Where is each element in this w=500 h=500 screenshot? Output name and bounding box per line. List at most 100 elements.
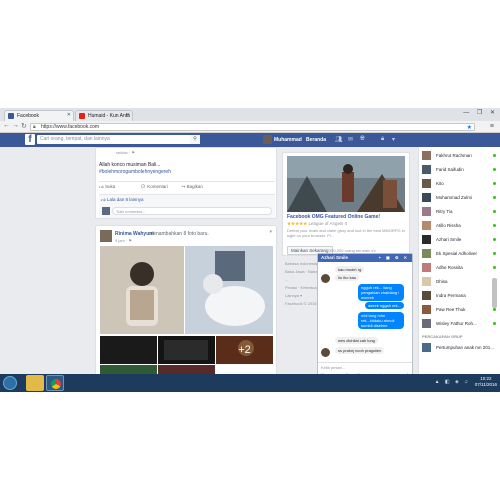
post-photo[interactable] (100, 246, 184, 334)
chat-message: wes dichilat cah lung (335, 337, 378, 344)
chat-message: ss praknj ncoh pragulien (335, 347, 385, 354)
ad-title[interactable]: Facebook OMG Featured Online Game! (287, 214, 380, 220)
online-indicator-icon (493, 308, 496, 311)
post-photo[interactable]: +2 (216, 336, 273, 364)
back-icon[interactable]: ← (3, 122, 10, 129)
contact-item[interactable]: Wisley Fathur Roh... (422, 317, 496, 331)
contact-item[interactable]: Kito (422, 177, 496, 191)
contact-item[interactable]: Azhari Smile (422, 233, 496, 247)
share-button[interactable]: ↪ Bagikan (182, 182, 222, 190)
online-indicator-icon (493, 196, 496, 199)
privacy-icon[interactable]: 🔒︎ (381, 136, 384, 143)
avatar[interactable] (263, 135, 272, 144)
tab-youtube[interactable]: Humaid - Kun Anta ✕ (75, 110, 133, 121)
more-photos-overlay[interactable]: +2 (216, 336, 273, 364)
file-explorer-icon[interactable] (26, 375, 44, 391)
taskbar: ▲ ◧ ◈ ♫ 10:22 07/11/2016 (0, 374, 500, 392)
chrome-icon[interactable] (46, 375, 64, 391)
chevron-down-icon[interactable]: ▾ (392, 136, 395, 143)
online-indicator-icon (493, 266, 496, 269)
scrollbar[interactable] (492, 278, 497, 308)
contact-item[interactable]: Ritry Tia (422, 205, 496, 219)
reload-icon[interactable]: ↻ (21, 122, 27, 130)
contact-item[interactable]: Ek Spesial Adholiver (422, 247, 496, 261)
home-link[interactable]: Beranda (306, 137, 326, 143)
forward-icon[interactable]: → (12, 122, 19, 129)
group-item[interactable]: Pertumpuhan anak mn 201... (422, 341, 496, 355)
notifications-icon[interactable]: 🌐︎ (360, 136, 365, 143)
contact-item[interactable]: Mohammad Zulmi (422, 191, 496, 205)
search-input[interactable]: Cari orang, tempat, dan lainnya (37, 135, 200, 144)
chat-input[interactable]: Ketik pesan... (318, 362, 412, 372)
like-button[interactable]: 👍︎ Suka (99, 182, 139, 190)
game-artwork (287, 156, 405, 212)
post-author[interactable]: Rinima Wahyuni (115, 231, 154, 237)
comment-button[interactable]: 💬︎ Komentari (140, 182, 180, 190)
chat-contact-name[interactable]: Azhari Smile (321, 255, 348, 260)
post-hashtag[interactable]: #bolehmorogambolehnyengereh (99, 169, 171, 175)
comment-input[interactable]: Tulis komentar... (112, 207, 272, 215)
avatar (422, 235, 431, 244)
start-button[interactable] (3, 376, 17, 390)
ad-image[interactable] (287, 156, 405, 212)
post-photo[interactable] (158, 336, 215, 364)
contact-name: Ek Spesial Adholiver (436, 251, 478, 256)
bookmark-star-icon[interactable]: ★ (467, 124, 472, 131)
window-controls[interactable]: — ❐ ✕ (463, 109, 498, 116)
avatar[interactable] (100, 230, 112, 242)
contact-item[interactable]: Dhisa (422, 275, 496, 289)
menu-icon[interactable]: ≡ (490, 123, 494, 130)
online-indicator-icon (493, 224, 496, 227)
contact-item[interactable]: Atillo Rissha (422, 219, 496, 233)
avatar (422, 263, 431, 272)
url-input[interactable]: 🔒︎ https://www.facebook.com (30, 123, 475, 131)
post-photo[interactable] (185, 246, 273, 334)
friend-requests-icon[interactable]: 👥︎ (335, 136, 343, 143)
post-photo[interactable] (100, 336, 157, 364)
contact-name: Adhe Rossita (436, 265, 463, 270)
browser-tab-strip: Facebook ✕ Humaid - Kun Anta ✕ — ❐ ✕ (0, 108, 500, 121)
contact-name: Mohammad Zulmi (436, 195, 473, 200)
likes-summary[interactable]: 👍︎ Lala dan 8 lainnya (99, 194, 275, 204)
contact-name: Atillo Rissha (436, 223, 461, 228)
photo-dark (158, 336, 215, 364)
close-icon[interactable]: ✕ (67, 112, 71, 118)
contact-name: Dhisa (436, 279, 448, 284)
tab-label: Facebook (17, 113, 39, 119)
tab-facebook[interactable]: Facebook ✕ (4, 110, 74, 121)
search-button[interactable]: ⚲ (190, 135, 200, 144)
profile-link[interactable]: Muhammad (274, 137, 302, 143)
avatar (422, 343, 431, 352)
contact-item[interactable]: Indra Permana (422, 289, 496, 303)
youtube-favicon-icon (79, 113, 85, 119)
contact-item[interactable]: Adhe Rossita (422, 261, 496, 275)
facebook-favicon-icon (8, 113, 14, 119)
chat-header[interactable]: Azhari Smile + ▣ ⚙ ✕ (318, 254, 412, 262)
messages-icon[interactable]: ✉ (348, 136, 353, 143)
contact-name: Indra Permana (436, 293, 466, 298)
post-time[interactable]: 9 jam · ⚑ (115, 238, 132, 243)
feed-post: sekitar · ⚑ Allah konco musiman Bali... … (95, 147, 277, 219)
system-tray[interactable]: ▲ ◧ ◈ ♫ (435, 379, 470, 385)
contact-name: Wisley Fathur Roh... (436, 321, 477, 326)
close-icon[interactable]: ✕ (126, 112, 130, 118)
chat-controls[interactable]: + ▣ ⚙ ✕ (379, 255, 409, 260)
contact-name: Ritry Tia (436, 209, 453, 214)
likes-text: Lala dan 8 lainnya (106, 197, 144, 202)
photo-blurred (185, 246, 273, 334)
contact-item[interactable]: Farid Saifudin (422, 163, 496, 177)
contact-name: Kito (436, 181, 444, 186)
chat-message: ngguh rek... ilang pengahian chatdang i … (358, 284, 404, 301)
avatar (422, 277, 431, 286)
avatar (321, 348, 330, 357)
rating-stars: ★★★★★ (287, 221, 308, 226)
clock[interactable]: 10:22 07/11/2016 (475, 376, 497, 388)
chat-message: kau mode\ rg (335, 266, 365, 273)
contact-name: Azhari Smile (436, 237, 462, 242)
avatar (422, 221, 431, 230)
contact-name: Farid Saifudin (436, 167, 464, 172)
contact-item[interactable]: Fakhrut Rachman (422, 149, 496, 163)
contact-item[interactable]: Paw Ree Thuk (422, 303, 496, 317)
facebook-logo[interactable]: f (25, 134, 35, 145)
chevron-down-icon[interactable]: ▾ (269, 229, 272, 235)
